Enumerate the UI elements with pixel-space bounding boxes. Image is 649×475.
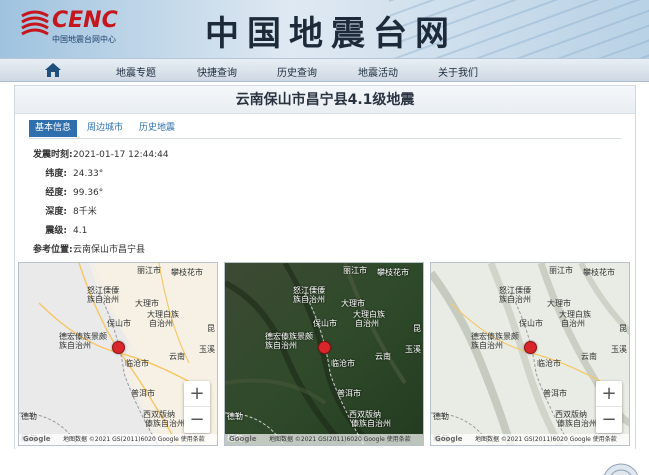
nav-item-topics[interactable]: 地震专题 [116, 64, 156, 79]
nav-item-quick-query[interactable]: 快捷查询 [197, 64, 237, 79]
map-label: 保山市 [313, 319, 337, 328]
map-label: 族自治州 [59, 341, 91, 350]
map-label: 昆 [619, 324, 627, 333]
field-value: 2021-01-17 12:44:44 [73, 150, 169, 160]
map-label: 傣族自治州 [557, 419, 597, 428]
map-label: 昆 [413, 324, 421, 333]
map-label: 玉溪 [405, 345, 421, 354]
field-label: 纬度: [45, 169, 67, 179]
zoom-in-button[interactable]: + [184, 381, 210, 407]
map-label: 族自治州 [471, 341, 503, 350]
event-title: 云南保山市昌宁县4.1级地震 [15, 86, 635, 114]
main-nav: 地震专题 快捷查询 历史查询 地震活动 关于我们 [0, 58, 649, 82]
map-label: 自治州 [149, 319, 173, 328]
map-label: 丽江市 [343, 266, 367, 275]
tab-divider [29, 138, 621, 139]
field-label: 深度: [45, 207, 67, 217]
map-label: 普洱市 [337, 389, 361, 398]
tab-nearby-cities[interactable]: 周边城市 [81, 120, 129, 137]
field-value: 云南保山市昌宁县 [73, 245, 146, 255]
field-value: 99.36° [73, 188, 104, 198]
tab-basic-info[interactable]: 基本信息 [29, 120, 78, 137]
map-label: 大理市 [547, 299, 571, 308]
field-reference-location: 参考位置:云南保山市昌宁县 [33, 242, 145, 255]
google-logo[interactable]: Google [435, 435, 463, 443]
field-label: 发震时刻: [33, 150, 73, 160]
field-longitude: 经度: 99.36° [33, 185, 103, 198]
field-value: 4.1 [73, 226, 88, 236]
field-magnitude: 震级: 4.1 [33, 223, 87, 236]
map-label: 普洱市 [131, 389, 155, 398]
field-origin-time: 发震时刻:2021-01-17 12:44:44 [33, 147, 169, 160]
zoom-out-button[interactable]: − [184, 407, 210, 433]
field-label: 经度: [45, 188, 67, 198]
map-label: 丽江市 [137, 266, 161, 275]
map-label: 云南 [169, 352, 185, 361]
zoom-out-button[interactable]: − [596, 407, 622, 433]
map-label: 族自治州 [499, 295, 531, 304]
logo-text: CENC [52, 8, 118, 33]
map-label: 玉溪 [611, 345, 627, 354]
map-label: 临沧市 [537, 359, 561, 368]
map-terrain[interactable]: 丽江市 攀枝花市 怒江傈僳 族自治州 大理市 大理白族 自治州 德宏傣族景颇 族… [430, 262, 630, 446]
epicenter-marker[interactable] [112, 341, 125, 354]
map-label: 临沧市 [331, 359, 355, 368]
map-label: 族自治州 [293, 295, 325, 304]
map-label: 德勒 [433, 412, 449, 421]
field-label: 参考位置: [33, 245, 73, 255]
map-label: 傣族自治州 [145, 419, 185, 428]
field-depth: 深度: 8千米 [33, 204, 97, 217]
header-banner: CENC 中国地震台网中心 中国地震台网 [0, 0, 649, 58]
map-label: 德勒 [227, 412, 243, 421]
map-label: 云南 [581, 352, 597, 361]
map-label: 保山市 [107, 319, 131, 328]
epicenter-marker[interactable] [318, 341, 331, 354]
map-label: 保山市 [519, 319, 543, 328]
emblem-icon [603, 463, 639, 475]
map-label: 族自治州 [265, 341, 297, 350]
map-label: 族自治州 [87, 295, 119, 304]
nav-item-history-query[interactable]: 历史查询 [277, 64, 317, 79]
tab-history-quakes[interactable]: 历史地震 [133, 120, 181, 137]
map-label: 自治州 [355, 319, 379, 328]
zoom-control: + − [596, 381, 622, 433]
home-icon[interactable] [44, 62, 62, 78]
map-label: 普洱市 [543, 389, 567, 398]
nav-item-activity[interactable]: 地震活动 [358, 64, 398, 79]
map-label: 临沧市 [125, 359, 149, 368]
field-label: 震级: [45, 226, 67, 236]
map-label: 攀枝花市 [583, 268, 615, 277]
map-label: 傣族自治州 [351, 419, 391, 428]
map-label: 丽江市 [549, 266, 573, 275]
site-title: 中国地震台网 [205, 14, 457, 54]
map-satellite[interactable]: 丽江市 攀枝花市 怒江傈僳 族自治州 大理市 大理白族 自治州 德宏傣族景颇 族… [224, 262, 424, 446]
map-label: 玉溪 [199, 345, 215, 354]
map-label: 昆 [207, 324, 215, 333]
field-value: 8千米 [73, 207, 97, 217]
zoom-in-button[interactable]: + [596, 381, 622, 407]
field-value: 24.33° [73, 169, 104, 179]
map-label: 大理市 [341, 299, 365, 308]
google-logo[interactable]: Google [229, 435, 257, 443]
map-label: 自治州 [561, 319, 585, 328]
nav-item-about[interactable]: 关于我们 [438, 64, 478, 79]
map-label: 德勒 [21, 412, 37, 421]
map-label: 云南 [375, 352, 391, 361]
google-logo[interactable]: Google [23, 435, 51, 443]
field-latitude: 纬度: 24.33° [33, 166, 103, 179]
epicenter-marker[interactable] [524, 341, 537, 354]
cenc-logo-icon [21, 10, 49, 36]
zoom-control: + − [184, 381, 210, 433]
page: CENC 中国地震台网中心 中国地震台网 地震专题 快捷查询 历史查询 地震活动… [0, 0, 649, 475]
map-label: 大理市 [135, 299, 159, 308]
map-label: 攀枝花市 [377, 268, 409, 277]
cenc-logo[interactable]: CENC 中国地震台网中心 [20, 8, 140, 48]
map-roadmap[interactable]: 丽江市 攀枝花市 怒江傈僳 族自治州 大理市 大理白族 自治州 德宏傣族景颇 族… [18, 262, 218, 446]
logo-subtitle: 中国地震台网中心 [52, 35, 116, 44]
page-footer [0, 449, 649, 475]
map-label: 攀枝花市 [171, 268, 203, 277]
